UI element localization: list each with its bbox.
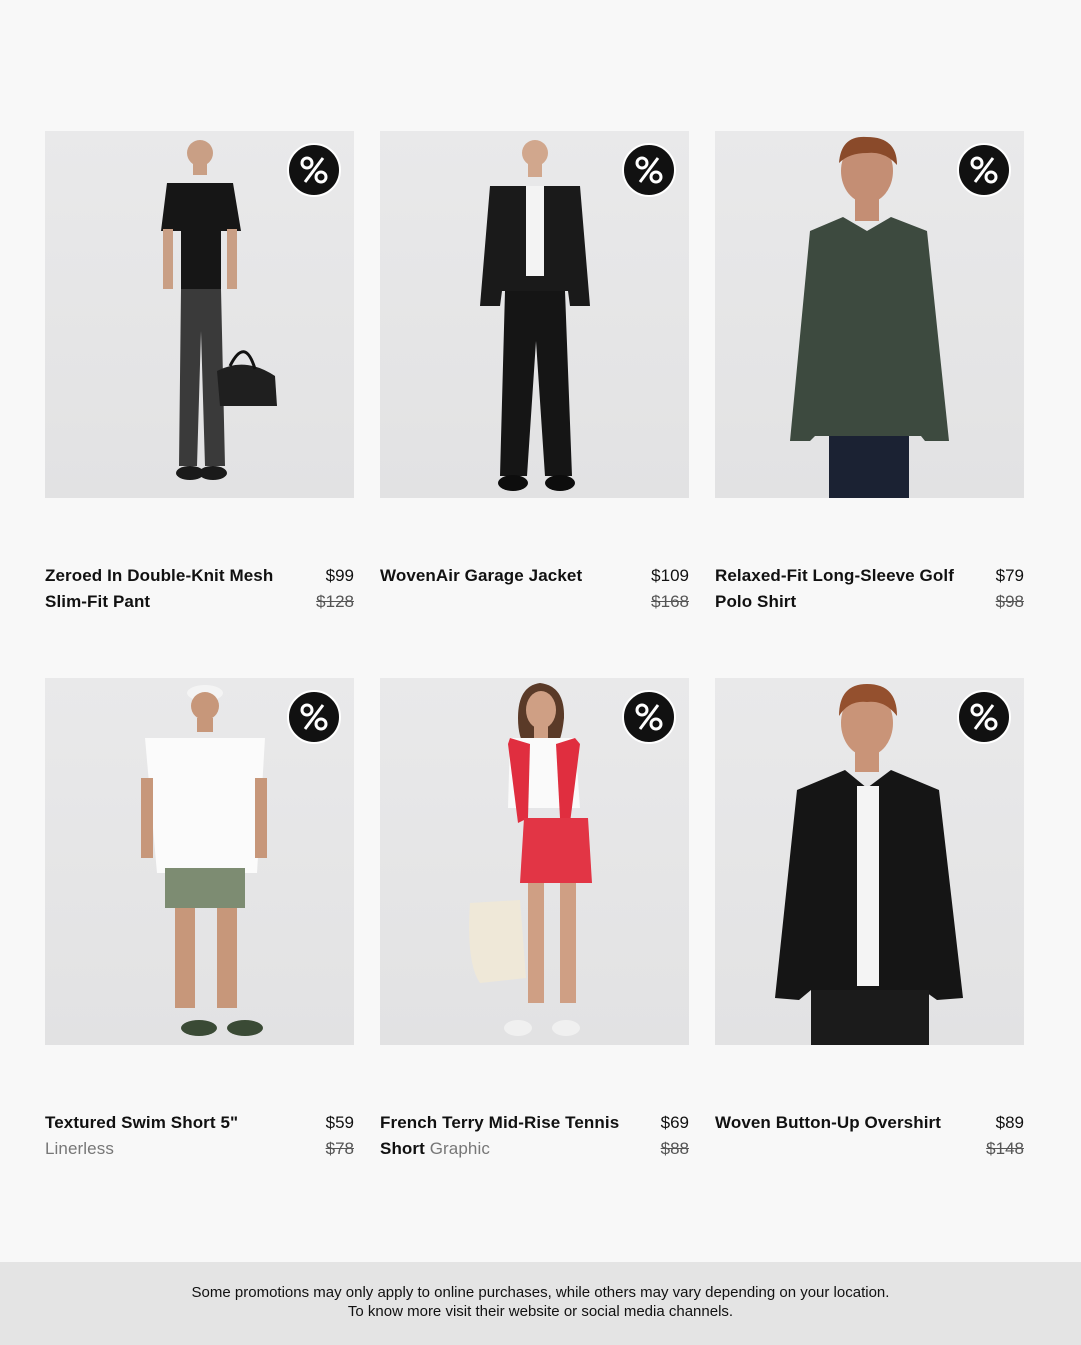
disclaimer-line-2: To know more visit their website or soci… <box>347 1303 734 1320</box>
product-info: Zeroed In Double-Knit Mesh Slim-Fit Pant… <box>45 563 354 615</box>
product-name[interactable]: Woven Button-Up Overshirt <box>715 1110 955 1136</box>
product-info: Textured Swim Short 5" Linerless $59 $78 <box>45 1110 354 1162</box>
product-image[interactable] <box>380 678 689 1045</box>
product-image[interactable] <box>45 678 354 1045</box>
original-price: $98 <box>995 592 1024 611</box>
product-image[interactable] <box>715 678 1024 1045</box>
product-name[interactable]: Relaxed-Fit Long-Sleeve Golf Polo Shirt <box>715 563 955 615</box>
product-prices: $59 $78 <box>326 1110 354 1162</box>
product-info: Woven Button-Up Overshirt $89 $148 <box>715 1110 1024 1162</box>
percent-icon <box>957 690 1011 744</box>
product-image[interactable] <box>45 131 354 498</box>
product-prices: $69 $88 <box>661 1110 689 1162</box>
product-card[interactable]: WovenAir Garage Jacket $109 $168 <box>380 131 689 611</box>
sale-price: $89 <box>995 1113 1024 1132</box>
percent-icon <box>957 143 1011 197</box>
product-name[interactable]: WovenAir Garage Jacket <box>380 563 620 589</box>
sale-price: $69 <box>660 1113 689 1132</box>
product-card[interactable]: Woven Button-Up Overshirt $89 $148 <box>715 678 1024 1158</box>
percent-icon <box>622 143 676 197</box>
product-image[interactable] <box>715 131 1024 498</box>
product-name[interactable]: Textured Swim Short 5" Linerless <box>45 1110 285 1162</box>
percent-icon <box>287 143 341 197</box>
original-price: $168 <box>651 592 689 611</box>
sale-price: $99 <box>325 566 354 585</box>
disclaimer-line-1: Some promotions may only apply to online… <box>191 1284 890 1301</box>
original-price: $128 <box>316 592 354 611</box>
product-prices: $79 $98 <box>996 563 1024 615</box>
product-name[interactable]: Zeroed In Double-Knit Mesh Slim-Fit Pant <box>45 563 285 615</box>
percent-icon <box>287 690 341 744</box>
product-prices: $109 $168 <box>651 563 689 615</box>
product-card[interactable]: French Terry Mid-Rise Tennis Short Graph… <box>380 678 689 1158</box>
product-image[interactable] <box>380 131 689 498</box>
product-card[interactable]: Zeroed In Double-Knit Mesh Slim-Fit Pant… <box>45 131 354 611</box>
product-info: French Terry Mid-Rise Tennis Short Graph… <box>380 1110 689 1162</box>
percent-icon <box>622 690 676 744</box>
product-card[interactable]: Relaxed-Fit Long-Sleeve Golf Polo Shirt … <box>715 131 1024 611</box>
product-prices: $99 $128 <box>316 563 354 615</box>
sale-price: $59 <box>325 1113 354 1132</box>
promo-disclaimer: Some promotions may only apply to online… <box>0 1262 1081 1345</box>
product-info: Relaxed-Fit Long-Sleeve Golf Polo Shirt … <box>715 563 1024 615</box>
original-price: $88 <box>660 1139 689 1158</box>
original-price: $148 <box>986 1139 1024 1158</box>
product-grid: Zeroed In Double-Knit Mesh Slim-Fit Pant… <box>0 0 1081 1262</box>
product-info: WovenAir Garage Jacket $109 $168 <box>380 563 689 615</box>
product-card[interactable]: Textured Swim Short 5" Linerless $59 $78 <box>45 678 354 1158</box>
original-price: $78 <box>325 1139 354 1158</box>
product-prices: $89 $148 <box>986 1110 1024 1162</box>
product-name[interactable]: French Terry Mid-Rise Tennis Short Graph… <box>380 1110 620 1162</box>
sale-price: $109 <box>651 566 689 585</box>
sale-price: $79 <box>995 566 1024 585</box>
